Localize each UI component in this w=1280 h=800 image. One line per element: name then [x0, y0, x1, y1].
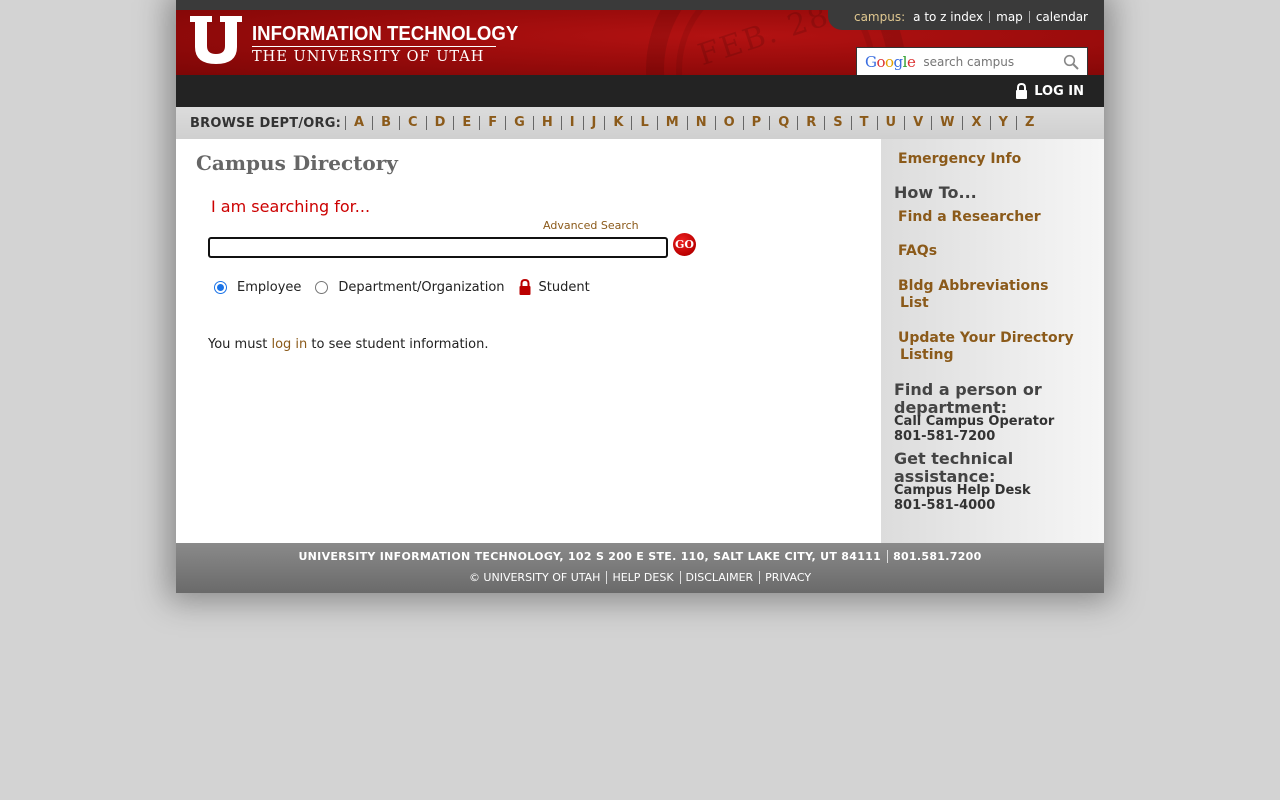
browse-letter-n[interactable]: N: [686, 116, 715, 130]
browse-letter-w[interactable]: W: [931, 116, 962, 130]
notice-suffix: to see student information.: [307, 337, 489, 352]
footer-copyright: © UNIVERSITY OF UTAH: [468, 571, 601, 584]
how-to-heading: How To...: [894, 183, 977, 202]
browse-letter-c[interactable]: C: [399, 116, 426, 130]
browse-letter-i[interactable]: I: [560, 116, 583, 130]
tech-heading-line1: Get technical: [894, 449, 1014, 468]
department-radio[interactable]: [315, 280, 329, 294]
browse-letter-j[interactable]: J: [582, 116, 605, 130]
find-researcher-link[interactable]: Find a Researcher: [898, 209, 1041, 226]
logo-divider: [252, 46, 496, 47]
browse-letter-f[interactable]: F: [479, 116, 505, 130]
browse-letter-y[interactable]: Y: [989, 116, 1016, 130]
main-content: Campus Directory I am searching for... A…: [176, 139, 881, 543]
footer-phone: 801.581.7200: [887, 550, 982, 563]
footer-links-line: © UNIVERSITY OF UTAH HELP DESK DISCLAIMER P…: [176, 571, 1104, 584]
employee-radio-label[interactable]: Employee: [237, 280, 301, 295]
browse-letter-v[interactable]: V: [904, 116, 931, 130]
student-login-notice: You must log in to see student informati…: [208, 337, 488, 352]
university-u-logo[interactable]: [190, 16, 242, 64]
footer-address-line: UNIVERSITY INFORMATION TECHNOLOGY, 102 S…: [176, 550, 1104, 563]
browse-letter-l[interactable]: L: [631, 116, 656, 130]
search-type-options: Employee Department/Organization Student: [214, 279, 604, 295]
calendar-link[interactable]: calendar: [1028, 11, 1094, 23]
login-label: LOG IN: [1034, 83, 1084, 99]
page-container: FEB. 28 INFORMATION TECHNOLOGY THE UNIVE…: [176, 0, 1104, 593]
emergency-info-link[interactable]: Emergency Info: [898, 151, 1021, 168]
browse-letter-e[interactable]: E: [453, 116, 479, 130]
browse-letter-z[interactable]: Z: [1015, 116, 1042, 130]
browse-letter-m[interactable]: M: [656, 116, 687, 130]
helpdesk-label: Campus Help Desk: [894, 483, 1031, 498]
footer-privacy-link[interactable]: PRIVACY: [759, 571, 812, 584]
notice-prefix: You must: [208, 337, 272, 352]
search-icon[interactable]: [1063, 54, 1079, 70]
browse-letter-b[interactable]: B: [372, 116, 399, 130]
find-heading-line1: Find a person or: [894, 380, 1042, 399]
browse-letter-o[interactable]: O: [714, 116, 743, 130]
sidebar: Emergency Info How To... Find a Research…: [881, 139, 1104, 543]
helpdesk-phone: 801-581-4000: [894, 498, 996, 513]
login-bar: LOG IN: [176, 75, 1104, 107]
browse-letter-p[interactable]: P: [742, 116, 770, 130]
campus-search-input[interactable]: [923, 54, 1054, 69]
campus-search-box: Google: [856, 47, 1088, 75]
browse-letter-d[interactable]: D: [425, 116, 454, 130]
update-link-line1: Update Your Directory: [898, 330, 1074, 346]
browse-letter-x[interactable]: X: [962, 116, 989, 130]
tech-assistance-heading: Get technical assistance:: [894, 450, 1013, 486]
browse-dept-bar: BROWSE DEPT/ORG: A B C D E F G H I J K L…: [176, 107, 1104, 139]
footer-help-desk-link[interactable]: HELP DESK: [606, 571, 674, 584]
help-desk-info: Campus Help Desk 801-581-4000: [894, 483, 1031, 513]
browse-label: BROWSE DEPT/ORG:: [190, 115, 342, 131]
footer-address: UNIVERSITY INFORMATION TECHNOLOGY, 102 S…: [298, 550, 882, 563]
bldg-abbreviations-link[interactable]: Bldg Abbreviations List: [898, 278, 1048, 312]
logo-subtitle: THE UNIVERSITY OF UTAH: [252, 49, 485, 65]
browse-letter-s[interactable]: S: [824, 116, 850, 130]
advanced-search-link[interactable]: Advanced Search: [543, 219, 639, 232]
footer-disclaimer-link[interactable]: DISCLAIMER: [679, 571, 754, 584]
bldg-link-line2: List: [900, 295, 929, 311]
faqs-link[interactable]: FAQs: [898, 243, 937, 260]
browse-letter-k[interactable]: K: [604, 116, 631, 130]
update-listing-link[interactable]: Update Your Directory Listing: [898, 330, 1074, 364]
browse-letter-g[interactable]: G: [505, 116, 533, 130]
campus-links-bar: campus: a to z index map calendar: [827, 4, 1104, 30]
logo-title: INFORMATION TECHNOLOGY: [252, 23, 519, 45]
login-button[interactable]: LOG IN: [1015, 83, 1084, 99]
find-person-heading: Find a person or department:: [894, 381, 1042, 417]
student-login-link[interactable]: log in: [271, 337, 307, 352]
browse-letter-r[interactable]: R: [797, 116, 824, 130]
searching-for-label: I am searching for...: [211, 197, 371, 216]
map-link[interactable]: map: [989, 11, 1029, 23]
lock-icon: [1016, 83, 1028, 99]
campus-label: campus:: [853, 10, 906, 24]
google-logo: Google: [865, 52, 916, 71]
bldg-link-line1: Bldg Abbreviations: [898, 278, 1049, 294]
campus-operator-info: Call Campus Operator 801-581-7200: [894, 414, 1054, 444]
go-button[interactable]: GO: [673, 233, 696, 256]
update-link-line2: Listing: [900, 347, 954, 363]
page-title: Campus Directory: [196, 151, 398, 175]
browse-letter-h[interactable]: H: [532, 116, 561, 130]
employee-radio[interactable]: [214, 280, 227, 294]
logo-wordmark[interactable]: INFORMATION TECHNOLOGY THE UNIVERSITY OF…: [252, 24, 538, 65]
operator-phone: 801-581-7200: [894, 429, 996, 444]
browse-letter-a[interactable]: A: [345, 116, 372, 130]
department-radio-label[interactable]: Department/Organization: [338, 280, 504, 295]
browse-letter-t[interactable]: T: [850, 116, 877, 130]
student-lock-icon: [519, 279, 531, 295]
directory-search-input[interactable]: [208, 237, 668, 258]
a-to-z-index-link[interactable]: a to z index: [913, 11, 989, 23]
browse-letter-u[interactable]: U: [876, 116, 905, 130]
footer: UNIVERSITY INFORMATION TECHNOLOGY, 102 S…: [176, 543, 1104, 593]
operator-label: Call Campus Operator: [894, 414, 1055, 429]
browse-letter-q[interactable]: Q: [769, 116, 797, 130]
student-label: Student: [538, 279, 590, 295]
